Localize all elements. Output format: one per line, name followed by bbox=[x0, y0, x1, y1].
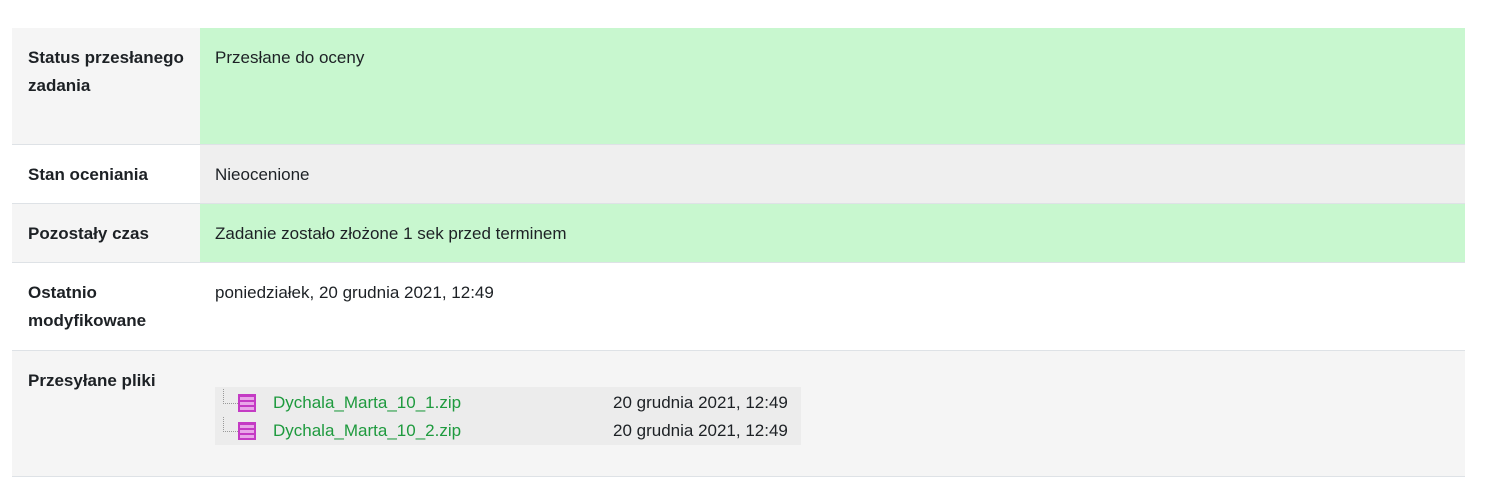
row-last-modified: Ostatnio modyfikowane poniedziałek, 20 g… bbox=[12, 262, 1465, 350]
grading-status-label: Stan oceniania bbox=[12, 144, 200, 203]
file-link[interactable]: Dychala_Marta_10_2.zip bbox=[273, 417, 613, 445]
file-row: Dychala_Marta_10_1.zip 20 grudnia 2021, … bbox=[223, 388, 801, 417]
time-remaining-label: Pozostały czas bbox=[12, 203, 200, 262]
time-remaining-value: Zadanie zostało złożone 1 sek przed term… bbox=[200, 203, 1465, 262]
file-submissions-label: Przesyłane pliki bbox=[12, 350, 200, 476]
file-link[interactable]: Dychala_Marta_10_1.zip bbox=[273, 389, 613, 417]
file-submissions-value: Dychala_Marta_10_1.zip 20 grudnia 2021, … bbox=[200, 350, 1465, 476]
submission-status-table: Status przesłanego zadania Przesłane do … bbox=[12, 28, 1465, 477]
row-submission-status: Status przesłanego zadania Przesłane do … bbox=[12, 28, 1465, 144]
submission-status-value: Przesłane do oceny bbox=[200, 28, 1465, 144]
file-date: 20 grudnia 2021, 12:49 bbox=[613, 420, 788, 440]
last-modified-label: Ostatnio modyfikowane bbox=[12, 262, 200, 350]
grading-status-value: Nieocenione bbox=[200, 144, 1465, 203]
submission-status-label: Status przesłanego zadania bbox=[12, 28, 200, 144]
row-file-submissions: Przesyłane pliki Dychala_Marta_10_1.zip … bbox=[12, 350, 1465, 476]
file-tree: Dychala_Marta_10_1.zip 20 grudnia 2021, … bbox=[215, 386, 801, 445]
row-time-remaining: Pozostały czas Zadanie zostało złożone 1… bbox=[12, 203, 1465, 262]
tree-connector bbox=[223, 416, 238, 432]
row-grading-status: Stan oceniania Nieocenione bbox=[12, 144, 1465, 203]
last-modified-value: poniedziałek, 20 grudnia 2021, 12:49 bbox=[200, 262, 1465, 350]
file-date: 20 grudnia 2021, 12:49 bbox=[613, 392, 788, 412]
zip-archive-icon bbox=[237, 393, 257, 413]
submission-status-panel: Status przesłanego zadania Przesłane do … bbox=[12, 28, 1465, 477]
zip-archive-icon bbox=[237, 421, 257, 441]
file-row: Dychala_Marta_10_2.zip 20 grudnia 2021, … bbox=[223, 416, 801, 445]
tree-connector bbox=[223, 388, 238, 404]
